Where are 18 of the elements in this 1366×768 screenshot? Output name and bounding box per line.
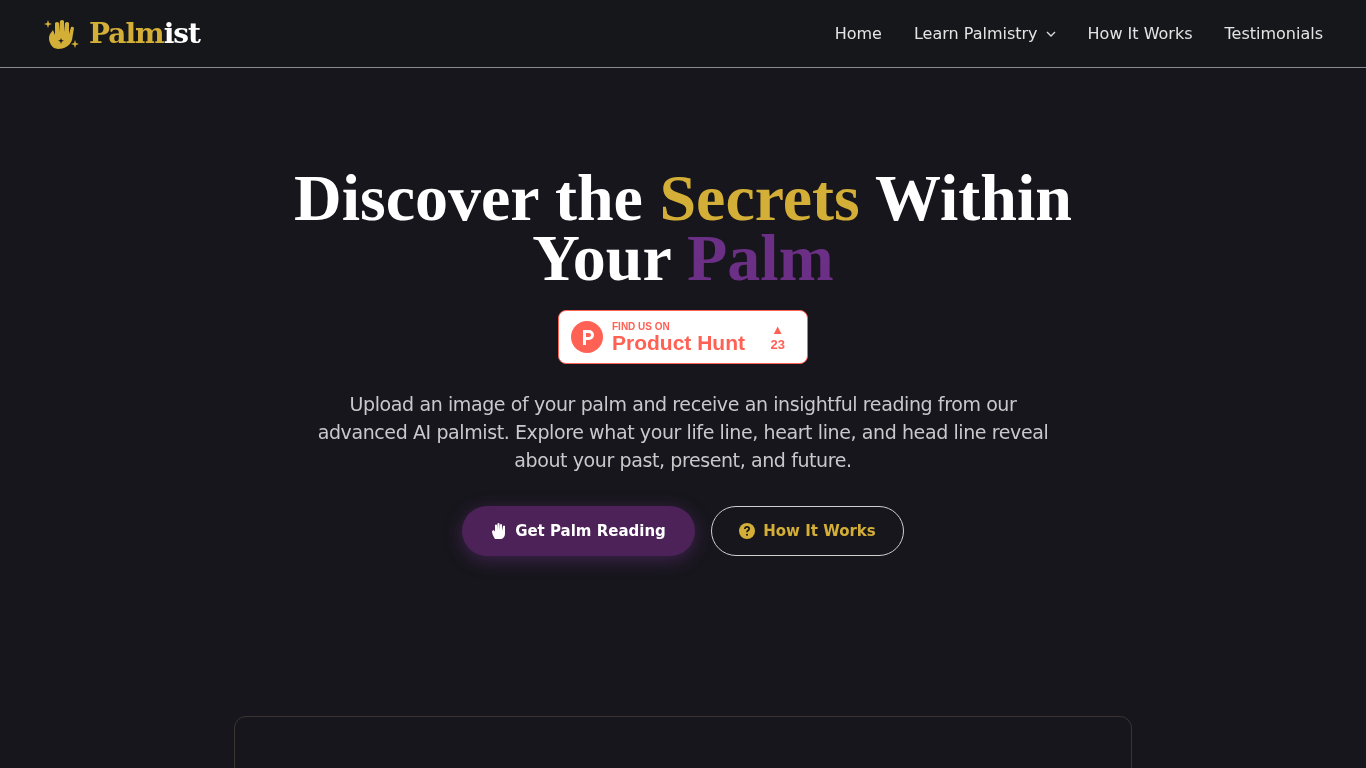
hero-description: Upload an image of your palm and receive an insightful reading from our advanced AI palmist. Explore what your life line, heart line, and head line reveal about your past, present, and future.	[316, 392, 1050, 473]
palmist-logo[interactable]: Palmist	[43, 17, 201, 50]
nav-link[interactable]: Home	[834, 24, 882, 43]
chevron-down-icon	[1045, 30, 1056, 37]
how-it-works-button[interactable]: How It Works	[711, 506, 904, 556]
hand-icon	[491, 522, 508, 540]
nav-link[interactable]: Learn Palmistry	[913, 24, 1056, 43]
badge-caption: FIND US ON	[612, 320, 671, 332]
product-hunt-icon	[571, 321, 603, 353]
question-icon	[739, 523, 756, 539]
nav-link[interactable]: How It Works	[1087, 24, 1193, 43]
hand-sparkle-icon	[43, 17, 81, 50]
get-palm-reading-button[interactable]: Get Palm Reading	[462, 506, 695, 556]
nav-link[interactable]: Testimonials	[1224, 24, 1323, 43]
upvote-arrow: ▲	[771, 322, 785, 337]
hero-heading: Discover the Secrets Within Your Palm	[294, 168, 1072, 288]
vote-count: 23	[770, 336, 785, 352]
badge-name: Product Hunt	[612, 331, 745, 354]
